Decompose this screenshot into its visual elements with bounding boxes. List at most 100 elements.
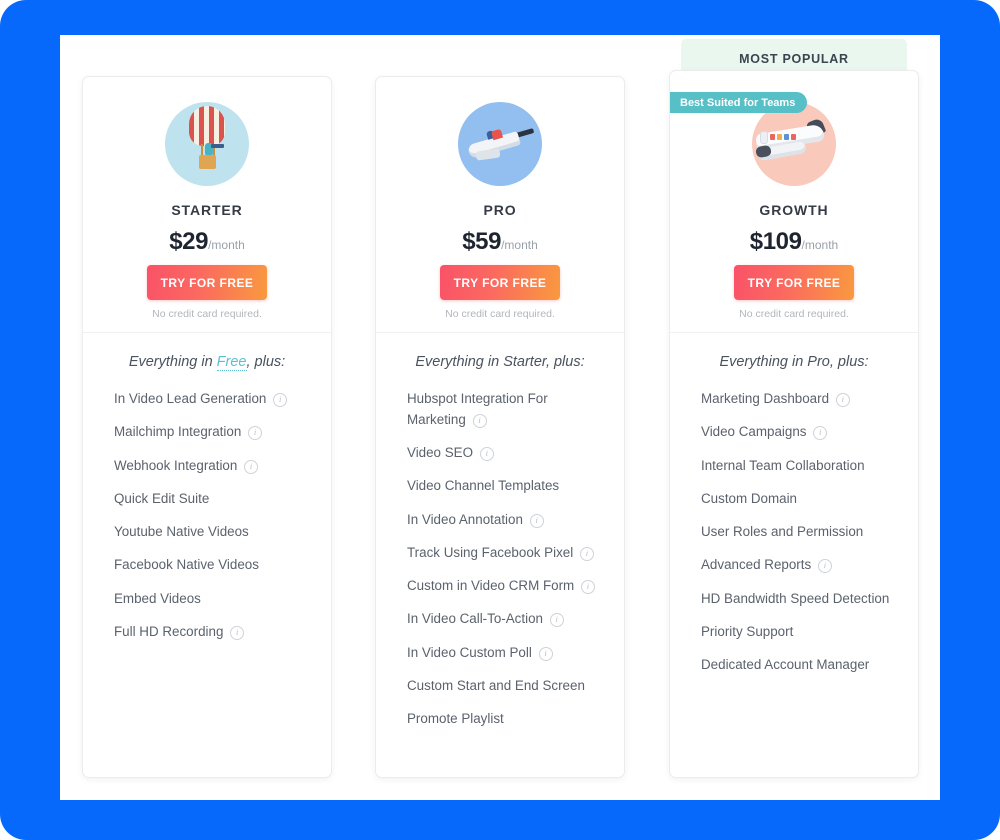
feature-item: Custom Domain xyxy=(701,489,894,510)
info-icon[interactable]: i xyxy=(244,459,259,474)
plan-name-starter: STARTER xyxy=(171,202,243,218)
card-body-starter: Everything in Free, plus: In Video Lead … xyxy=(83,333,331,643)
price-amount-pro: $59 xyxy=(462,228,502,255)
everything-in-link-pro: Starter xyxy=(503,354,546,370)
feature-item: Track Using Facebook Pixel i xyxy=(407,543,600,564)
pricing-card-growth[interactable]: Best Suited for Teams GROWTH $109/month … xyxy=(669,70,919,778)
feature-item: In Video Call-To-Action i xyxy=(407,609,600,630)
price-amount-growth: $109 xyxy=(749,228,802,255)
card-header-starter: STARTER $29/month TRY FOR FREE No credit… xyxy=(83,77,331,333)
info-icon[interactable]: i xyxy=(549,613,564,628)
feature-label: Custom Start and End Screen xyxy=(407,677,585,693)
feature-item: Advanced Reports i xyxy=(701,555,894,576)
everything-suffix-pro: , plus: xyxy=(545,354,585,370)
info-icon[interactable]: i xyxy=(472,413,487,428)
price-row-growth: $109/month xyxy=(670,228,918,256)
feature-label: In Video Lead Generation xyxy=(114,391,267,406)
feature-label: In Video Custom Poll xyxy=(407,644,532,660)
feature-item: In Video Lead Generation i xyxy=(114,389,307,410)
everything-in-link-growth: Pro xyxy=(807,354,830,370)
price-period-pro: /month xyxy=(501,238,538,252)
feature-label: User Roles and Permission xyxy=(701,524,864,540)
feature-label: Mailchimp Integration xyxy=(114,424,242,440)
feature-label: Internal Team Collaboration xyxy=(701,457,865,473)
try-for-free-button-starter[interactable]: TRY FOR FREE xyxy=(147,265,267,300)
illustration-wrap-pro xyxy=(376,98,624,190)
pricing-page: MOST POPULAR STARTER $29/month TRY FOR F… xyxy=(0,0,1000,840)
everything-suffix-growth: , plus: xyxy=(829,354,869,370)
feature-item: Embed Videos xyxy=(114,589,307,610)
feature-label: In Video Annotation xyxy=(407,511,523,527)
card-body-growth: Everything in Pro, plus: Marketing Dashb… xyxy=(670,333,918,676)
everything-in-line-growth: Everything in Pro, plus: xyxy=(701,354,894,370)
feature-label: Full HD Recording xyxy=(114,623,224,639)
feature-item: Video Campaigns i xyxy=(701,422,894,443)
feature-item: Custom in Video CRM Form i xyxy=(407,576,600,597)
info-icon[interactable]: i xyxy=(817,559,832,574)
feature-item: Video Channel Templates xyxy=(407,476,600,497)
illustration-wrap-starter xyxy=(83,98,331,190)
feature-label: Youtube Native Videos xyxy=(114,524,249,540)
everything-prefix-pro: Everything in xyxy=(415,354,504,370)
info-icon[interactable]: i xyxy=(230,625,245,640)
feature-label: In Video Call-To-Action xyxy=(407,611,543,627)
rocket-plane-illustration xyxy=(454,98,546,190)
everything-in-link-starter[interactable]: Free xyxy=(216,354,247,371)
pricing-card-starter[interactable]: STARTER $29/month TRY FOR FREE No credit… xyxy=(82,76,332,778)
no-credit-card-note-growth: No credit card required. xyxy=(739,308,849,320)
feature-item: Promote Playlist xyxy=(407,709,600,730)
most-popular-label: MOST POPULAR xyxy=(739,52,849,66)
feature-label: Facebook Native Videos xyxy=(114,557,259,573)
feature-item: HD Bandwidth Speed Detection xyxy=(701,589,894,610)
plan-name-growth: GROWTH xyxy=(759,202,829,218)
price-row-starter: $29/month xyxy=(83,228,331,256)
feature-label: Custom in Video CRM Form xyxy=(407,578,575,594)
feature-label: Advanced Reports xyxy=(701,557,812,573)
hot-air-balloon-illustration xyxy=(161,98,253,190)
feature-item: Custom Start and End Screen xyxy=(407,676,600,697)
everything-prefix-growth: Everything in xyxy=(719,354,808,370)
feature-item: Priority Support xyxy=(701,622,894,643)
feature-item: User Roles and Permission xyxy=(701,522,894,543)
try-for-free-button-pro[interactable]: TRY FOR FREE xyxy=(440,265,560,300)
feature-label: Quick Edit Suite xyxy=(114,490,210,506)
feature-label: Video Campaigns xyxy=(701,424,807,440)
everything-suffix-starter: , plus: xyxy=(246,354,286,370)
feature-item: Mailchimp Integration i xyxy=(114,422,307,443)
no-credit-card-note-pro: No credit card required. xyxy=(445,308,555,320)
info-icon[interactable]: i xyxy=(479,447,494,462)
info-icon[interactable]: i xyxy=(580,580,595,595)
feature-item: Video SEO i xyxy=(407,443,600,464)
feature-item: Dedicated Account Manager xyxy=(701,655,894,676)
feature-item: Internal Team Collaboration xyxy=(701,456,894,477)
info-icon[interactable]: i xyxy=(538,646,553,661)
feature-item: Marketing Dashboard i xyxy=(701,389,894,410)
info-icon[interactable]: i xyxy=(813,426,828,441)
feature-label: Video Channel Templates xyxy=(407,478,560,494)
feature-item: Quick Edit Suite xyxy=(114,489,307,510)
info-icon[interactable]: i xyxy=(248,426,263,441)
feature-list-growth: Marketing Dashboard i Video Campaigns i In… xyxy=(701,389,894,676)
info-icon[interactable]: i xyxy=(835,393,850,407)
pricing-cards-row: MOST POPULAR STARTER $29/month TRY FOR F… xyxy=(60,35,940,800)
price-row-pro: $59/month xyxy=(376,228,624,256)
feature-label: Track Using Facebook Pixel xyxy=(407,544,574,560)
best-suited-for-teams-badge: Best Suited for Teams xyxy=(670,92,808,113)
feature-list-starter: In Video Lead Generation i Mailchimp Inte… xyxy=(114,389,307,643)
pricing-card-pro[interactable]: PRO $59/month TRY FOR FREE No credit car… xyxy=(375,76,625,778)
feature-item: Facebook Native Videos xyxy=(114,555,307,576)
feature-item: Webhook Integration i xyxy=(114,456,307,477)
card-body-pro: Everything in Starter, plus: Hubspot Int… xyxy=(376,333,624,730)
feature-label: Video SEO xyxy=(407,445,474,461)
info-icon[interactable]: i xyxy=(273,393,288,407)
info-icon[interactable]: i xyxy=(529,513,544,528)
price-period-growth: /month xyxy=(801,238,839,252)
feature-item: In Video Custom Poll i xyxy=(407,643,600,664)
feature-item: Hubspot Integration For Marketing i xyxy=(407,389,600,431)
feature-item: In Video Annotation i xyxy=(407,510,600,531)
price-amount-starter: $29 xyxy=(169,228,209,255)
info-icon[interactable]: i xyxy=(579,546,594,561)
everything-in-line-pro: Everything in Starter, plus: xyxy=(407,354,600,370)
try-for-free-button-growth[interactable]: TRY FOR FREE xyxy=(734,265,854,300)
price-period-starter: /month xyxy=(208,238,245,252)
